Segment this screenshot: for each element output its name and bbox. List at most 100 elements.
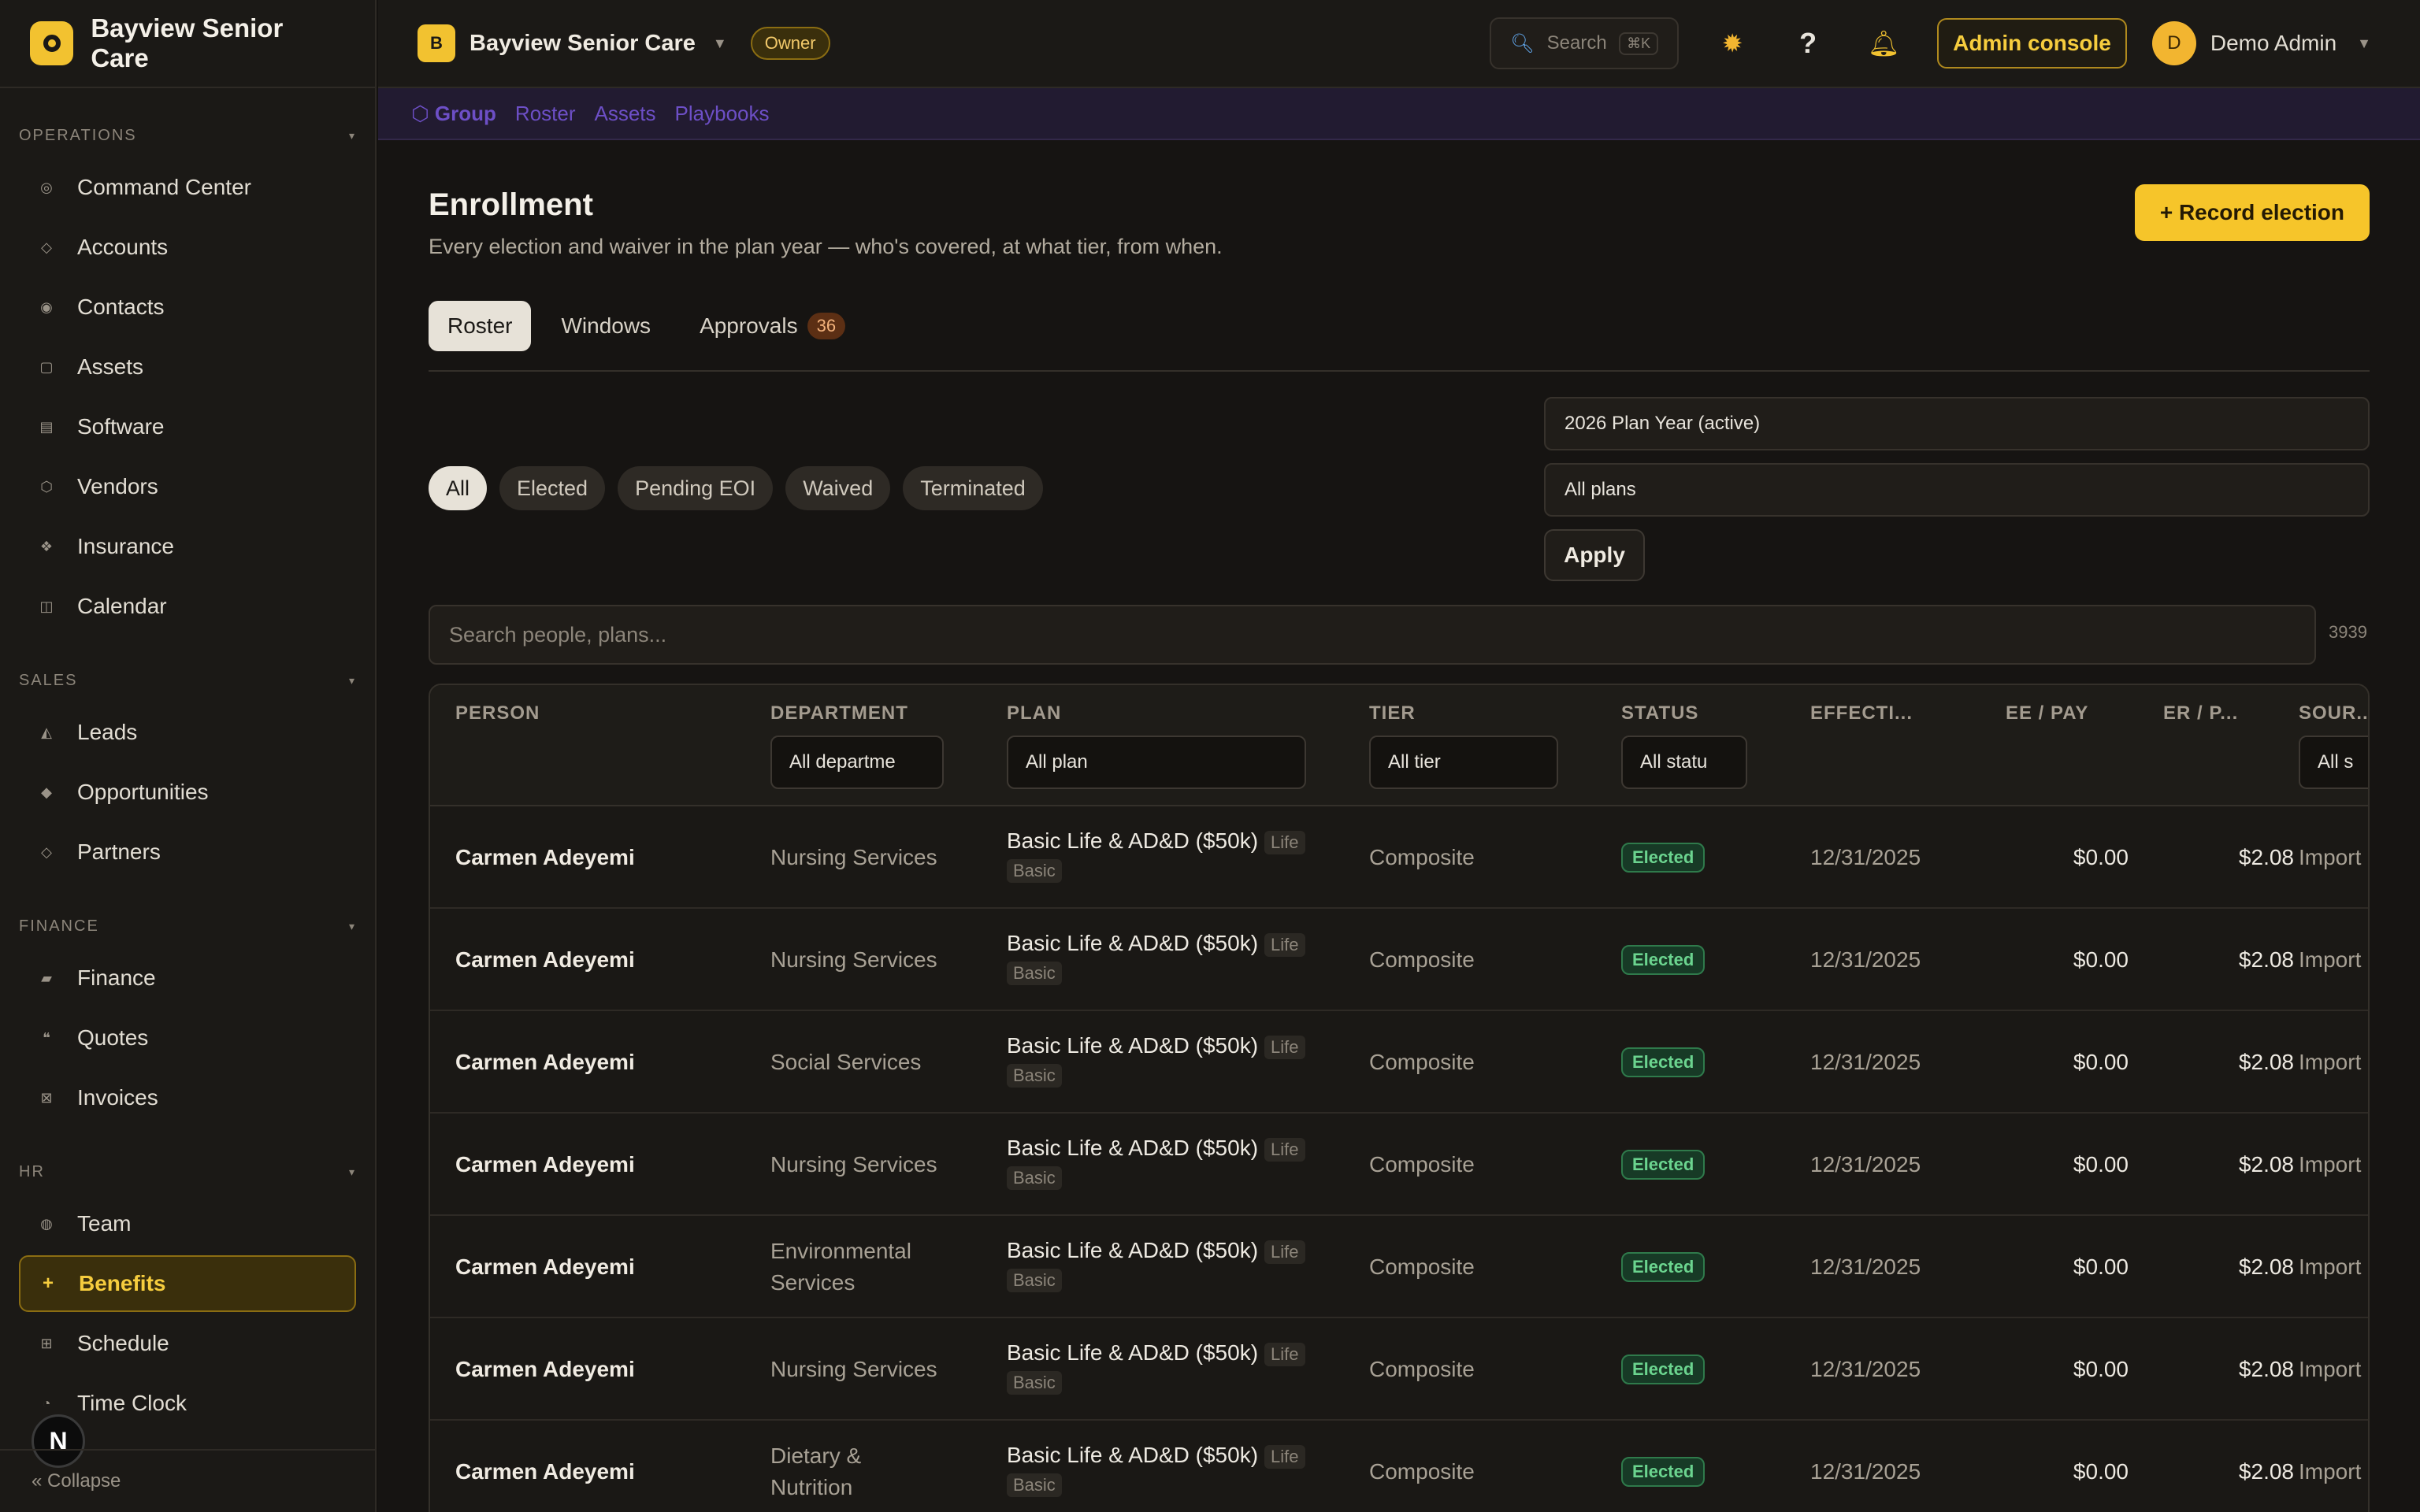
column-header-tier[interactable]: TIER bbox=[1369, 702, 1416, 724]
table-row[interactable]: Carmen Adeyemi Nursing Services Basic Life… bbox=[430, 1114, 2368, 1216]
chip-all[interactable]: All bbox=[429, 466, 488, 510]
department-filter-select[interactable]: All departme bbox=[770, 736, 944, 789]
table-row[interactable]: Carmen Adeyemi Nursing Services Basic Life… bbox=[430, 909, 2368, 1011]
chevron-down-icon[interactable]: ▾ bbox=[349, 1166, 356, 1179]
brand[interactable]: Bayview Senior Care bbox=[0, 0, 375, 88]
nav-section-header[interactable]: SALES ▾ bbox=[0, 665, 375, 696]
plan-filter-select[interactable]: All plan bbox=[1007, 736, 1306, 789]
chevron-down-icon[interactable]: ▼ bbox=[2357, 35, 2371, 52]
apply-button[interactable]: Apply bbox=[1544, 529, 1645, 581]
sidebar-item-invoices[interactable]: ⊠ Invoices bbox=[19, 1069, 356, 1126]
collapse-button[interactable]: « Collapse bbox=[0, 1449, 375, 1512]
table-row[interactable]: Carmen Adeyemi Environmental Services Basi… bbox=[430, 1216, 2368, 1318]
sidebar-item-partners[interactable]: ◇ Partners bbox=[19, 824, 356, 880]
nav-section-title: OPERATIONS bbox=[19, 126, 137, 144]
subnav-playbooks[interactable]: Playbooks bbox=[675, 102, 770, 126]
brand-name: Bayview Senior Care bbox=[91, 13, 284, 72]
record-election-button[interactable]: + Record election bbox=[2134, 184, 2370, 241]
subnav-assets[interactable]: Assets bbox=[595, 102, 656, 126]
table-row[interactable]: Carmen Adeyemi Social Services Basic Life … bbox=[430, 1011, 2368, 1114]
sidebar-item-label: Opportunities bbox=[77, 780, 209, 804]
sidebar-item-insurance[interactable]: ❖ Insurance bbox=[19, 518, 356, 575]
help-icon[interactable]: ? bbox=[1786, 21, 1830, 65]
source: Import bbox=[2299, 1152, 2362, 1177]
column-header-source[interactable]: SOUR... bbox=[2299, 702, 2368, 724]
tier: Composite bbox=[1369, 845, 1475, 869]
column-header-er-pay[interactable]: ER / P... bbox=[2163, 702, 2238, 724]
table-row[interactable]: Carmen Adeyemi Dietary & Nutrition Basic L… bbox=[430, 1421, 2368, 1512]
subnav-group[interactable]: ⬡ Group bbox=[411, 102, 496, 126]
ee-per-pay: $0.00 bbox=[2073, 1050, 2129, 1074]
tab-windows[interactable]: Windows bbox=[542, 301, 670, 351]
box-icon: ▢ bbox=[39, 358, 54, 375]
chip-waived[interactable]: Waived bbox=[785, 466, 891, 510]
status-cell: Elected bbox=[1621, 1216, 1706, 1318]
sidebar-item-vendors[interactable]: ⬡ Vendors bbox=[19, 458, 356, 515]
table-search-input[interactable]: Search people, plans... bbox=[429, 605, 2316, 665]
sidebar-item-accounts[interactable]: ◇ Accounts bbox=[19, 219, 356, 276]
sidebar-item-finance[interactable]: ▰ Finance bbox=[19, 950, 356, 1006]
plan-level-tag: Basic bbox=[1007, 858, 1062, 883]
nav-section-header[interactable]: OPERATIONS ▾ bbox=[0, 120, 375, 151]
column-header-person[interactable]: PERSON bbox=[455, 702, 540, 724]
plan-year-select[interactable]: 2026 Plan Year (active) bbox=[1544, 397, 2370, 450]
org-avatar[interactable]: B bbox=[418, 24, 455, 62]
sidebar-item-software[interactable]: ▤ Software bbox=[19, 398, 356, 455]
tab-label: Approvals bbox=[700, 313, 798, 338]
sidebar-item-quotes[interactable]: ❝ Quotes bbox=[19, 1010, 356, 1066]
admin-console-button[interactable]: Admin console bbox=[1937, 18, 2127, 69]
table-row[interactable]: Carmen Adeyemi Nursing Services Basic Life… bbox=[430, 806, 2368, 909]
chip-elected[interactable]: Elected bbox=[499, 466, 606, 510]
sidebar-item-calendar[interactable]: ◫ Calendar bbox=[19, 578, 356, 635]
chevron-down-icon[interactable]: ▾ bbox=[349, 674, 356, 687]
sidebar-item-benefits[interactable]: + Benefits bbox=[19, 1255, 356, 1312]
sidebar-item-schedule[interactable]: ⊞ Schedule bbox=[19, 1315, 356, 1372]
department: Nursing Services bbox=[770, 1357, 937, 1381]
table-row[interactable]: Carmen Adeyemi Nursing Services Basic Life… bbox=[430, 1318, 2368, 1421]
column-header-status[interactable]: STATUS bbox=[1621, 702, 1698, 724]
source-filter-select[interactable]: All s bbox=[2299, 736, 2368, 789]
chip-pending-eoi[interactable]: Pending EOI bbox=[618, 466, 774, 510]
chevron-down-icon[interactable]: ▼ bbox=[713, 35, 727, 52]
column-header-ee-pay[interactable]: EE / PAY bbox=[2006, 702, 2088, 724]
source: Import bbox=[2299, 1254, 2362, 1279]
contact-icon: ◉ bbox=[40, 298, 53, 315]
sidebar-item-command-center[interactable]: ◎ Command Center bbox=[19, 159, 356, 216]
sidebar-item-label: Command Center bbox=[77, 175, 251, 199]
user-avatar[interactable]: D bbox=[2151, 21, 2196, 65]
sidebar-item-contacts[interactable]: ◉ Contacts bbox=[19, 279, 356, 335]
page-subtitle: Every election and waiver in the plan ye… bbox=[429, 235, 1223, 258]
org-switcher[interactable]: Bayview Senior Care bbox=[470, 31, 696, 57]
status-cell: Elected bbox=[1621, 1421, 1706, 1512]
sidebar-item-assets[interactable]: ▢ Assets bbox=[19, 339, 356, 395]
sidebar-item-opportunities[interactable]: ◆ Opportunities bbox=[19, 764, 356, 821]
chevron-down-icon[interactable]: ▾ bbox=[349, 920, 356, 933]
column-header-plan[interactable]: PLAN bbox=[1007, 702, 1061, 724]
tier-filter-select[interactable]: All tier bbox=[1369, 736, 1558, 789]
plan-level-tag: Basic bbox=[1007, 1370, 1062, 1395]
plan-name: Basic Life & AD&D ($50k) bbox=[1007, 1033, 1259, 1058]
nav-section-header[interactable]: FINANCE ▾ bbox=[0, 910, 375, 942]
chip-terminated[interactable]: Terminated bbox=[903, 466, 1043, 510]
global-search-button[interactable]: 🔍︎ Search ⌘K bbox=[1490, 17, 1680, 69]
tab-approvals[interactable]: Approvals 36 bbox=[681, 301, 864, 351]
status-filter-select[interactable]: All statu bbox=[1621, 736, 1747, 789]
search-icon: 🔍︎ bbox=[1510, 32, 1535, 54]
tier: Composite bbox=[1369, 1050, 1475, 1074]
nav-section-header[interactable]: HR ▾ bbox=[0, 1156, 375, 1188]
status-filter-chips: All Elected Pending EOI Waived Terminate… bbox=[429, 466, 1056, 510]
subnav-roster[interactable]: Roster bbox=[515, 102, 576, 126]
column-header-department[interactable]: DEPARTMENT bbox=[770, 702, 908, 724]
plans-select[interactable]: All plans bbox=[1544, 463, 2370, 517]
sidebar-item-leads[interactable]: ◭ Leads bbox=[19, 704, 356, 761]
nav-section-title: HR bbox=[19, 1162, 45, 1180]
chevron-down-icon[interactable]: ▾ bbox=[349, 129, 356, 143]
column-header-effective[interactable]: EFFECTI... bbox=[1810, 702, 1913, 724]
status-badge: Elected bbox=[1621, 1354, 1706, 1384]
notifications-bell-icon[interactable]: 🔔︎ bbox=[1861, 21, 1906, 65]
sidebar-item-team[interactable]: ◍ Team bbox=[19, 1195, 356, 1252]
person-name: Carmen Adeyemi bbox=[455, 1254, 635, 1279]
tab-roster[interactable]: Roster bbox=[429, 301, 532, 351]
user-menu[interactable]: Demo Admin bbox=[2210, 31, 2336, 56]
theme-toggle-icon[interactable]: ✹ bbox=[1710, 21, 1754, 65]
